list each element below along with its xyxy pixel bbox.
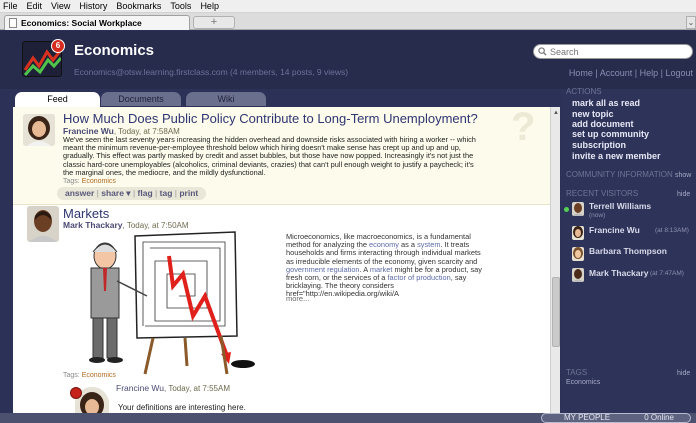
recent-visitors-heading: RECENT VISITORS: [566, 189, 639, 198]
community-subtitle: Economics@otsw.learning.firstclass.com (…: [74, 67, 349, 77]
menu-file[interactable]: File: [3, 1, 18, 11]
tab-feed[interactable]: Feed: [15, 92, 100, 107]
help-link[interactable]: Help: [640, 68, 659, 78]
new-tab-button[interactable]: +: [193, 16, 235, 29]
visitor-name[interactable]: Terrell Williams: [589, 201, 651, 211]
tab-wiki[interactable]: Wiki: [186, 92, 266, 106]
community-info-heading: COMMUNITY INFORMATION: [566, 170, 673, 179]
answer-button[interactable]: answer: [65, 188, 94, 198]
logout-link[interactable]: Logout: [665, 68, 693, 78]
reply-body: Your definitions are interesting here.: [118, 403, 246, 412]
visitor-name[interactable]: Mark Thackary: [589, 268, 649, 278]
more-link[interactable]: more...: [286, 294, 309, 303]
avatar[interactable]: [572, 268, 584, 282]
question-icon: ?: [511, 107, 536, 149]
recent-visitors-hide[interactable]: hide: [677, 191, 690, 198]
add-document-action[interactable]: add document: [572, 119, 634, 129]
notification-badge[interactable]: 6: [51, 39, 65, 53]
post-title[interactable]: Markets: [63, 206, 109, 221]
invite-member-action[interactable]: invite a new member: [572, 151, 661, 161]
economist-cartoon-image: [75, 226, 275, 376]
tags-hide[interactable]: hide: [677, 370, 690, 377]
share-button[interactable]: share ▾: [101, 188, 130, 198]
sidebar-tag[interactable]: Economics: [566, 379, 600, 386]
feed-scrollbar[interactable]: ▲: [550, 107, 560, 413]
feed-post: ? How Much Does Public Policy Contribute…: [13, 107, 550, 205]
online-status-icon: [564, 207, 569, 212]
unread-indicator-icon: [70, 387, 82, 399]
menu-edit[interactable]: Edit: [27, 1, 43, 11]
actions-heading: ACTIONS: [566, 87, 602, 96]
page-icon: [9, 18, 17, 28]
tags-heading: TAGS: [566, 368, 588, 377]
my-people-bar[interactable]: MY PEOPLE 0 Online: [541, 413, 691, 423]
app-header: [0, 31, 696, 89]
my-people-label: MY PEOPLE: [564, 413, 611, 422]
browser-tab-title: Economics: Social Workplace: [21, 18, 142, 28]
tab-list-button[interactable]: ⌄: [686, 16, 696, 29]
search-box[interactable]: [533, 44, 693, 59]
visitor-name[interactable]: Francine Wu: [589, 225, 640, 235]
mark-all-read-action[interactable]: mark all as read: [572, 98, 640, 108]
search-input[interactable]: [550, 46, 680, 57]
reply-byline: Francine Wu, Today, at 7:55AM: [116, 383, 230, 393]
scroll-thumb[interactable]: [552, 277, 560, 347]
flag-button[interactable]: flag: [138, 188, 153, 198]
tag-link[interactable]: Economics: [82, 178, 116, 185]
subscription-action[interactable]: set up community subscription: [572, 129, 684, 151]
new-topic-action[interactable]: new topic: [572, 109, 614, 119]
account-link[interactable]: Account: [600, 68, 633, 78]
avatar[interactable]: [572, 226, 584, 240]
tab-documents[interactable]: Documents: [101, 92, 181, 106]
menu-tools[interactable]: Tools: [170, 1, 191, 11]
top-links: Home | Account | Help | Logout: [568, 68, 693, 78]
scroll-up-arrow-icon[interactable]: ▲: [552, 109, 560, 117]
tag-button[interactable]: tag: [160, 188, 173, 198]
author-name[interactable]: Francine Wu: [116, 383, 164, 393]
post-time: , Today, at 7:55AM: [164, 384, 230, 393]
feed-pane: ? How Much Does Public Policy Contribute…: [13, 107, 550, 413]
factor-of-production-link[interactable]: factor of production: [387, 273, 450, 282]
avatar[interactable]: [23, 114, 55, 146]
menu-bookmarks[interactable]: Bookmarks: [116, 1, 161, 11]
browser-tabstrip: Economics: Social Workplace + ⌄: [0, 13, 696, 30]
avatar[interactable]: [27, 206, 59, 242]
browser-menubar: File Edit View History Bookmarks Tools H…: [0, 0, 696, 13]
visitor-name[interactable]: Barbara Thompson: [589, 246, 667, 256]
visitor-time: (at 7:47AM): [650, 270, 684, 277]
print-button[interactable]: print: [179, 188, 198, 198]
community-info-show[interactable]: show: [675, 172, 691, 179]
menu-help[interactable]: Help: [200, 1, 219, 11]
search-icon: [538, 47, 547, 56]
post-title[interactable]: How Much Does Public Policy Contribute t…: [63, 111, 478, 126]
browser-tab[interactable]: Economics: Social Workplace: [4, 15, 190, 30]
menu-history[interactable]: History: [79, 1, 107, 11]
post-body: Microeconomics, like macroeconomics, is …: [286, 232, 482, 299]
visitor-time: (now): [589, 212, 606, 219]
home-link[interactable]: Home: [569, 68, 593, 78]
post-body: We've seen the last seventy years increa…: [63, 135, 476, 177]
post-tags: Tags: Economics: [63, 372, 116, 379]
post-tags: Tags: Economics: [63, 178, 116, 185]
avatar[interactable]: [572, 247, 584, 261]
visitor-time: (at 8:13AM): [655, 227, 689, 234]
avatar[interactable]: [572, 202, 584, 216]
online-count: 0 Online: [644, 413, 674, 422]
menu-view[interactable]: View: [51, 1, 70, 11]
post-actions: answer | share ▾ | flag | tag | print: [57, 187, 207, 200]
tag-link[interactable]: Economics: [82, 372, 116, 379]
community-title: Economics: [74, 42, 155, 59]
